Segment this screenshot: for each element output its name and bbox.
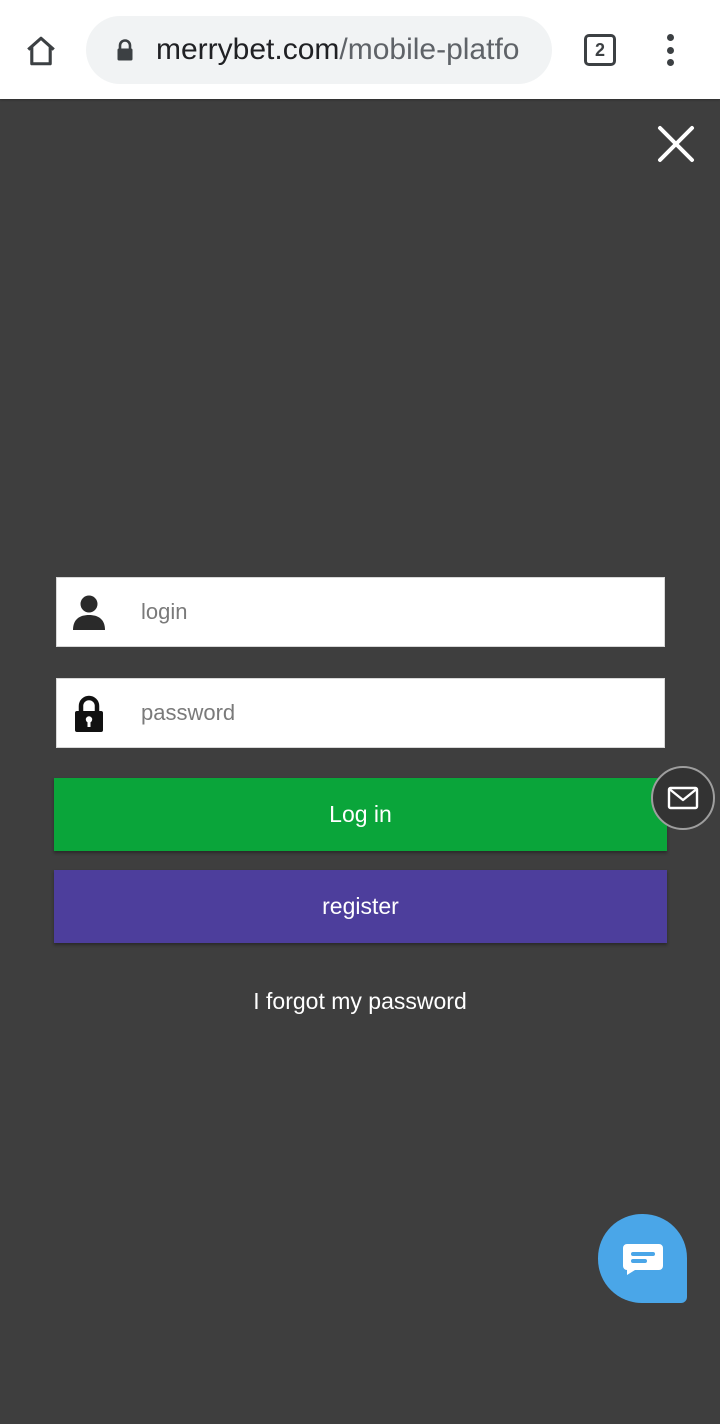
mail-button[interactable] bbox=[651, 766, 715, 830]
close-icon[interactable] bbox=[654, 122, 698, 166]
url-path: /mobile-platfo bbox=[339, 33, 520, 66]
register-button[interactable]: register bbox=[54, 870, 667, 943]
mail-icon bbox=[667, 786, 699, 810]
more-vert-icon-dot bbox=[666, 46, 674, 54]
url-text: merrybet.com/mobile-platfo bbox=[156, 30, 536, 70]
url-domain: merrybet.com bbox=[156, 33, 340, 66]
tab-switcher-button[interactable]: 2 bbox=[584, 34, 616, 66]
more-vert-icon bbox=[666, 34, 674, 41]
more-vert-icon-dot bbox=[666, 59, 674, 66]
lock-icon bbox=[117, 39, 133, 61]
login-button[interactable]: Log in bbox=[54, 778, 667, 851]
tab-count: 2 bbox=[594, 39, 605, 60]
more-menu-button[interactable] bbox=[658, 30, 682, 70]
browser-toolbar: merrybet.com/mobile-platfo 2 bbox=[0, 0, 720, 99]
password-field[interactable] bbox=[56, 678, 665, 748]
login-field[interactable] bbox=[56, 577, 665, 647]
address-bar[interactable]: merrybet.com/mobile-platfo bbox=[86, 16, 552, 84]
home-icon bbox=[27, 36, 55, 66]
forgot-password-link[interactable]: I forgot my password bbox=[0, 988, 720, 1015]
padlock-icon bbox=[75, 695, 103, 732]
user-icon bbox=[73, 595, 105, 630]
chat-button[interactable] bbox=[598, 1214, 687, 1303]
login-input[interactable] bbox=[139, 578, 649, 646]
password-input[interactable] bbox=[139, 679, 649, 747]
home-button[interactable] bbox=[18, 28, 64, 74]
chat-icon bbox=[622, 1243, 663, 1275]
